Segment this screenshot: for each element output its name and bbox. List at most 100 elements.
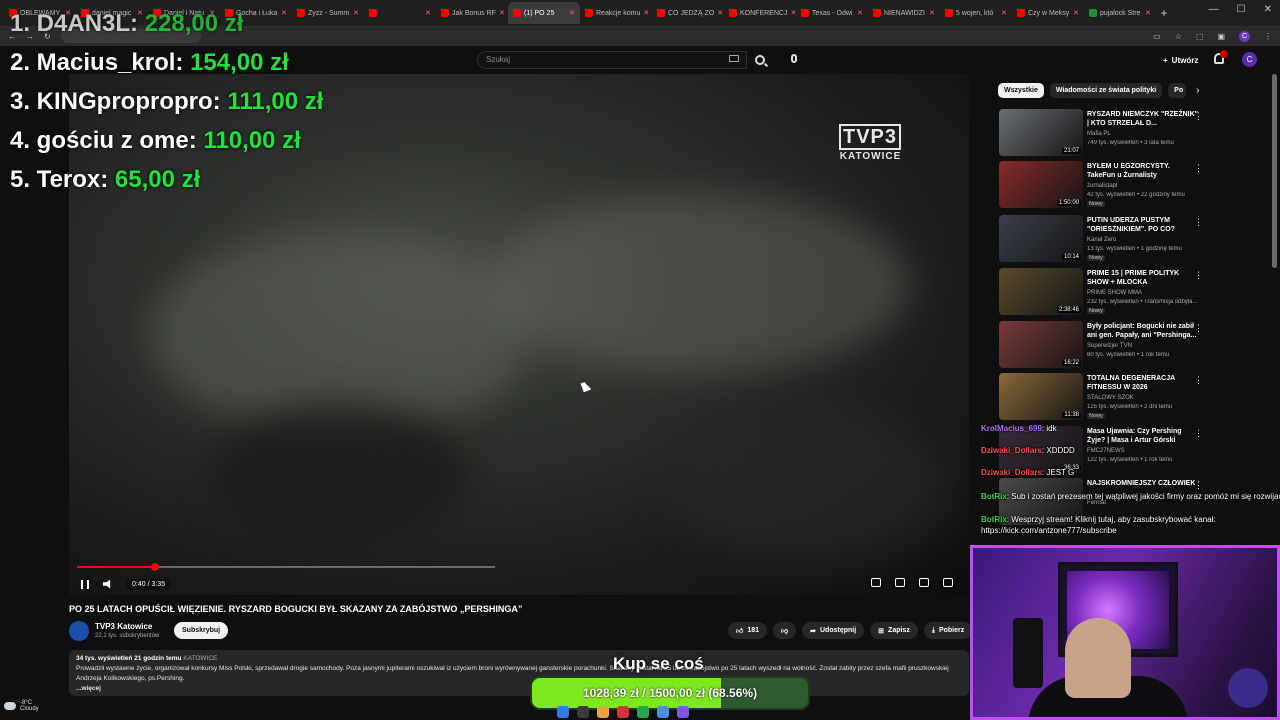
close-window-icon[interactable]: ✕ [1264,4,1272,15]
tab-close-icon[interactable]: ✕ [569,9,575,17]
more-options-icon[interactable]: ⋮ [1194,323,1203,334]
tab-search-icon[interactable]: ▣ [1217,32,1225,41]
tab-close-icon[interactable]: ✕ [353,9,359,17]
recommended-title[interactable]: BYŁEM U EGZORCYSTY. TakeFun u Żurnalisty [1087,162,1199,180]
video-thumbnail[interactable]: 10:14 [999,215,1083,262]
recommended-video[interactable]: 16:22 Były policjant: Bogucki nie zabił a… [998,321,1208,371]
video-thumbnail[interactable]: 11:38 [999,373,1083,420]
keyboard-icon[interactable] [729,55,739,62]
maximize-icon[interactable]: ☐ [1237,4,1246,15]
save-button[interactable]: ⊞ Zapisz [870,622,918,639]
microphone-icon[interactable] [791,54,797,63]
browser-tab[interactable]: KONFERENCJ ✕ [724,2,796,24]
chevron-right-icon[interactable]: › [1196,85,1199,96]
settings-gear-icon[interactable] [919,578,929,587]
browser-tab[interactable]: NIENAWIDZI ✕ [868,2,940,24]
video-thumbnail[interactable]: 21:07 [999,109,1083,156]
more-options-icon[interactable]: ⋮ [1194,375,1203,386]
browser-profile-avatar[interactable]: C [1239,30,1250,42]
new-tab-icon[interactable]: + [1156,6,1172,20]
bookmark-star-icon[interactable]: ☆ [1175,32,1182,41]
chrome-icon[interactable] [657,706,669,718]
subtitles-icon[interactable] [895,578,905,587]
video-thumbnail[interactable]: 2:38:46 [999,268,1083,315]
more-options-icon[interactable]: ⋮ [1194,163,1203,174]
recommended-video[interactable]: 11:38 TOTALNA DEGENERACJA FITNESSU W 2026… [998,373,1208,423]
browser-tab[interactable]: CO JEDZĄ ZO ✕ [652,2,724,24]
recommended-video[interactable]: 21:07 RYSZARD NIEMCZYK "RZEŹNIK" | KTO ST… [998,109,1208,159]
progress-scrubber[interactable] [150,563,159,571]
tab-close-icon[interactable]: ✕ [929,9,935,17]
recommended-title[interactable]: RYSZARD NIEMCZYK "RZEŹNIK" | KTO STRZELA… [1087,110,1199,128]
autoplay-toggle-icon[interactable] [871,578,881,587]
video-progress-bar[interactable] [77,563,495,571]
share-button[interactable]: ➦ Udostępnij [802,622,865,639]
tab-close-icon[interactable]: ✕ [425,9,431,17]
recommended-title[interactable]: PRIME 15 | PRIME POLITYK SHOW + MŁOCKA [1087,269,1199,287]
recommended-channel[interactable]: Superwizjer TVN [1087,343,1132,349]
browser-tab[interactable]: pujalock Stre ✕ [1084,2,1156,24]
extensions-icon[interactable]: ⬚ [1196,32,1204,41]
browser-tab[interactable]: ✕ [364,2,436,24]
chip-all[interactable]: Wszystkie [998,83,1044,98]
pause-icon[interactable] [81,579,89,589]
start-icon[interactable] [557,706,569,718]
browser-tab[interactable]: (1) PO 25 ✕ [508,2,580,24]
tab-close-icon[interactable]: ✕ [717,9,723,17]
search-icon[interactable] [755,55,765,65]
download-button[interactable]: ⤓ Pobierz [923,622,973,639]
recommended-video[interactable]: 10:14 PUTIN UDERZA PUSTYM "ORIESZNIKIEM".… [998,215,1208,265]
video-description[interactable]: 34 tys. wyświetleń 21 godzin temu KATOWI… [69,650,969,696]
app-icon[interactable] [677,706,689,718]
recommended-video[interactable]: 2:38:46 PRIME 15 | PRIME POLITYK SHOW + M… [998,268,1208,318]
channel-avatar[interactable] [69,621,89,641]
create-button[interactable]: + Utwórz [1155,51,1206,69]
app-icon[interactable] [617,706,629,718]
video-thumbnail[interactable]: 1:50:00 [999,161,1083,208]
tab-close-icon[interactable]: ✕ [499,9,505,17]
recommended-channel[interactable]: Kanał Zero [1087,237,1116,243]
chip-politics-news[interactable]: Wiadomości ze świata polityki [1049,83,1163,98]
search-taskbar-icon[interactable] [577,706,589,718]
app-icon[interactable] [637,706,649,718]
chip-more[interactable]: Po [1168,83,1187,98]
account-avatar[interactable]: C [1242,52,1257,67]
file-explorer-icon[interactable] [597,706,609,718]
weather-widget[interactable]: -8°C Cloudy [4,700,39,712]
tab-close-icon[interactable]: ✕ [1145,9,1151,17]
subscribe-button[interactable]: Subskrybuj [174,622,229,639]
browser-tab[interactable]: Reakcje komu ✕ [580,2,652,24]
browser-tab[interactable]: Jak Bonus RF ✕ [436,2,508,24]
dislike-button[interactable]: 👎︎ [773,622,797,639]
search-input[interactable]: Szukaj [477,51,747,69]
miniplayer-icon[interactable] [943,578,953,587]
browser-tab[interactable]: Texas - Odwi ✕ [796,2,868,24]
location-tag[interactable]: KATOWICE [183,655,217,662]
browser-menu-icon[interactable]: ⋮ [1264,32,1272,41]
more-options-icon[interactable]: ⋮ [1194,270,1203,281]
more-options-icon[interactable]: ⋮ [1194,111,1203,122]
recommended-title[interactable]: PUTIN UDERZA PUSTYM "ORIESZNIKIEM". PO C… [1087,216,1199,234]
recommended-channel[interactable]: Mafia PL [1087,131,1111,137]
show-more-link[interactable]: ...więcej [76,684,962,694]
recommended-channel[interactable]: PRIME SHOW MMA [1087,290,1142,296]
recommended-channel[interactable]: żurnalistapl [1087,183,1117,189]
like-button[interactable]: 👍︎ 181 [728,622,768,639]
minimize-icon[interactable]: — [1209,4,1219,15]
recommended-title[interactable]: TOTALNA DEGENERACJA FITNESSU W 2026 [1087,374,1199,392]
browser-tab[interactable]: 5 wojen, któ ✕ [940,2,1012,24]
sidebar-scrollbar[interactable] [1272,74,1277,268]
tab-close-icon[interactable]: ✕ [857,9,863,17]
volume-icon[interactable] [103,579,111,589]
more-options-icon[interactable]: ⋮ [1194,217,1203,228]
tab-close-icon[interactable]: ✕ [1001,9,1007,17]
recommended-channel[interactable]: STALOWY SZOK [1087,395,1134,401]
recommended-video[interactable]: 1:50:00 BYŁEM U EGZORCYSTY. TakeFun u Żur… [998,161,1208,211]
browser-tab[interactable]: Czy w Meksy ✕ [1012,2,1084,24]
tab-close-icon[interactable]: ✕ [1073,9,1079,17]
tab-close-icon[interactable]: ✕ [643,9,649,17]
cast-icon[interactable]: ▭ [1153,32,1161,41]
channel-name[interactable]: TVP3 Katowice [95,622,152,631]
recommended-title[interactable]: Były policjant: Bogucki nie zabił ani ge… [1087,322,1199,340]
video-thumbnail[interactable]: 16:22 [999,321,1083,368]
